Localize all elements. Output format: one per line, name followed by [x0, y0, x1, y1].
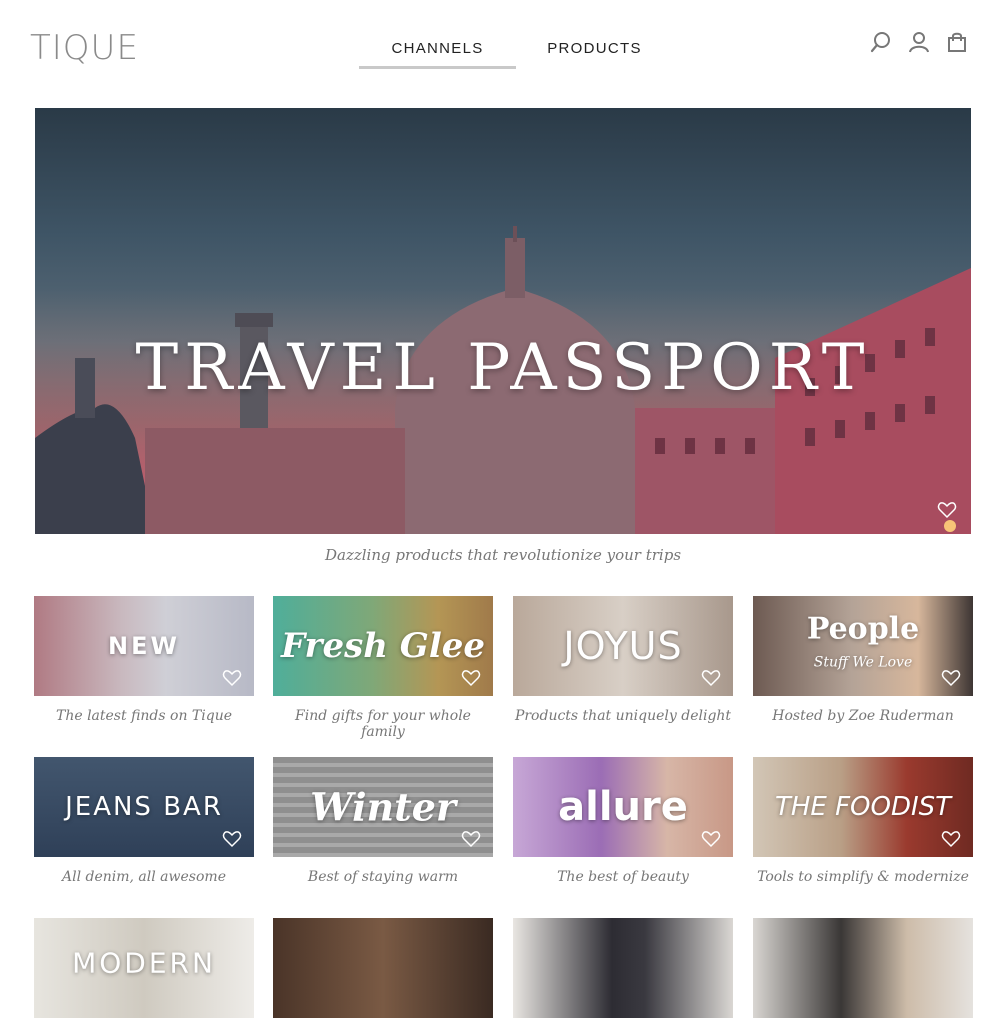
favorite-heart-icon[interactable] — [941, 829, 961, 849]
channel-label: People Stuff We Love — [753, 614, 973, 677]
channel-card-fresh-glee[interactable]: Fresh Glee Find gifts for your whole fam… — [273, 596, 493, 740]
channel-thumbnail[interactable]: allure — [513, 757, 733, 857]
channel-label: NEW — [108, 632, 180, 660]
channel-card-winter[interactable]: Winter Best of staying warm — [273, 757, 493, 885]
channel-thumbnail[interactable] — [753, 918, 973, 1018]
main-nav: CHANNELS PRODUCTS — [359, 40, 673, 69]
channel-label: Fresh Glee — [281, 626, 485, 666]
tab-products[interactable]: PRODUCTS — [516, 40, 673, 69]
channel-thumbnail[interactable]: People Stuff We Love — [753, 596, 973, 696]
channel-label: JEANS BAR — [65, 792, 223, 822]
hero-caption: Dazzling products that revolutionize you… — [324, 546, 682, 564]
favorite-heart-icon[interactable] — [701, 668, 721, 688]
favorite-heart-icon[interactable] — [222, 829, 242, 849]
channel-label: allure — [558, 784, 688, 830]
hero-favorite-heart-icon[interactable] — [937, 500, 957, 520]
channel-label: THE FOODIST — [774, 792, 952, 822]
favorite-heart-icon[interactable] — [701, 829, 721, 849]
channel-caption: Hosted by Zoe Ruderman — [772, 708, 954, 724]
channel-caption: Products that uniquely delight — [514, 708, 732, 724]
channel-thumbnail[interactable]: Fresh Glee — [273, 596, 493, 696]
channel-card-allure[interactable]: allure The best of beauty — [513, 757, 733, 885]
header-icons — [870, 30, 968, 54]
hero-title: TRAVEL PASSPORT — [135, 331, 871, 405]
channel-thumbnail[interactable]: JOYUS — [513, 596, 733, 696]
channel-thumbnail[interactable]: NEW — [34, 596, 254, 696]
favorite-heart-icon[interactable] — [941, 668, 961, 688]
tique-logo[interactable]: TIQUE — [30, 28, 139, 68]
channel-card-joyus[interactable]: JOYUS Products that uniquely delight — [513, 596, 733, 724]
hero-cityscape-image — [35, 226, 971, 534]
channel-thumbnail[interactable]: JEANS BAR — [34, 757, 254, 857]
channel-caption: Best of staying warm — [307, 869, 459, 885]
channel-card[interactable] — [513, 918, 733, 1018]
channel-caption: The latest finds on Tique — [55, 708, 232, 724]
channel-card-people[interactable]: People Stuff We Love Hosted by Zoe Ruder… — [753, 596, 973, 724]
channel-card-modern[interactable]: MODERN — [34, 918, 254, 1018]
channel-card-jeans-bar[interactable]: JEANS BAR All denim, all awesome — [34, 757, 254, 885]
shopping-bag-icon[interactable] — [946, 30, 968, 54]
channel-label: MODERN — [72, 946, 216, 980]
channel-caption: Find gifts for your whole family — [295, 708, 471, 740]
favorite-heart-icon[interactable] — [461, 829, 481, 849]
channel-thumbnail[interactable] — [513, 918, 733, 1018]
channel-thumbnail[interactable]: THE FOODIST — [753, 757, 973, 857]
channel-card-new[interactable]: NEW The latest finds on Tique — [34, 596, 254, 724]
account-icon[interactable] — [908, 30, 930, 54]
channel-card-the-foodist[interactable]: THE FOODIST Tools to simplify & moderniz… — [753, 757, 973, 885]
channel-card[interactable] — [753, 918, 973, 1018]
channel-label-sub: Stuff We Love — [813, 654, 913, 671]
tab-channels[interactable]: CHANNELS — [359, 40, 516, 69]
hero-banner-travel-passport[interactable]: TRAVEL PASSPORT — [35, 108, 971, 534]
channel-caption: All denim, all awesome — [62, 869, 226, 885]
channel-caption: The best of beauty — [557, 869, 689, 885]
channel-label: JOYUS — [563, 624, 683, 668]
channel-card[interactable] — [273, 918, 493, 1018]
channel-thumbnail[interactable]: MODERN — [34, 918, 254, 1018]
favorite-heart-icon[interactable] — [461, 668, 481, 688]
search-icon[interactable] — [870, 30, 892, 54]
channel-thumbnail[interactable]: Winter — [273, 757, 493, 857]
favorite-heart-icon[interactable] — [222, 668, 242, 688]
channel-label-main: People — [806, 611, 920, 647]
channel-caption: Tools to simplify & modernize — [757, 869, 969, 885]
channel-label: Winter — [310, 784, 456, 830]
channel-thumbnail[interactable] — [273, 918, 493, 1018]
